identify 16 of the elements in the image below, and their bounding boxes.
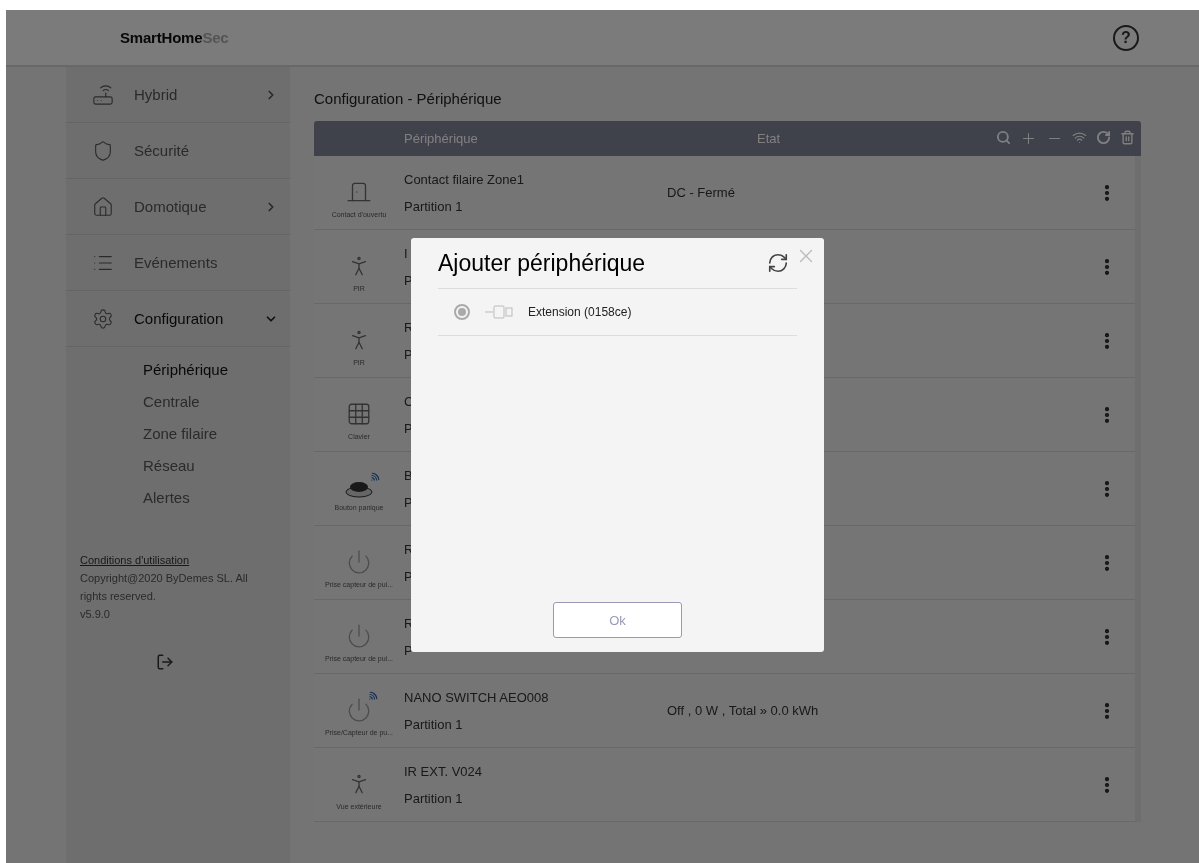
page-title: Configuration - Périphérique [314, 89, 503, 109]
column-header: Périphérique [403, 131, 479, 146]
device-state: Off , 0 W , Total » 0.0 kWh [667, 703, 819, 718]
device-name: Contact filaire Zone1 [404, 171, 525, 187]
partition-text: Partition 1 [404, 198, 464, 214]
device-name: NANO SWITCH AEO008 [404, 689, 550, 705]
column-header: Etat [757, 131, 782, 146]
device-option-label: Extension (0158ce) [528, 305, 632, 319]
device-name: IR EXT. V024 [404, 763, 484, 779]
device-state: DC - Fermé [667, 185, 735, 200]
partition-text: Partition 1 [404, 716, 464, 732]
copyright-text: Copyright@2020 ByDemes SL. All rights reserved. [80, 571, 249, 604]
version-text: v5.9.0 [80, 607, 110, 622]
dialog-title: Ajouter périphérique [438, 249, 647, 277]
partition-text: Partition 1 [404, 790, 464, 806]
device-name: I [404, 245, 409, 261]
